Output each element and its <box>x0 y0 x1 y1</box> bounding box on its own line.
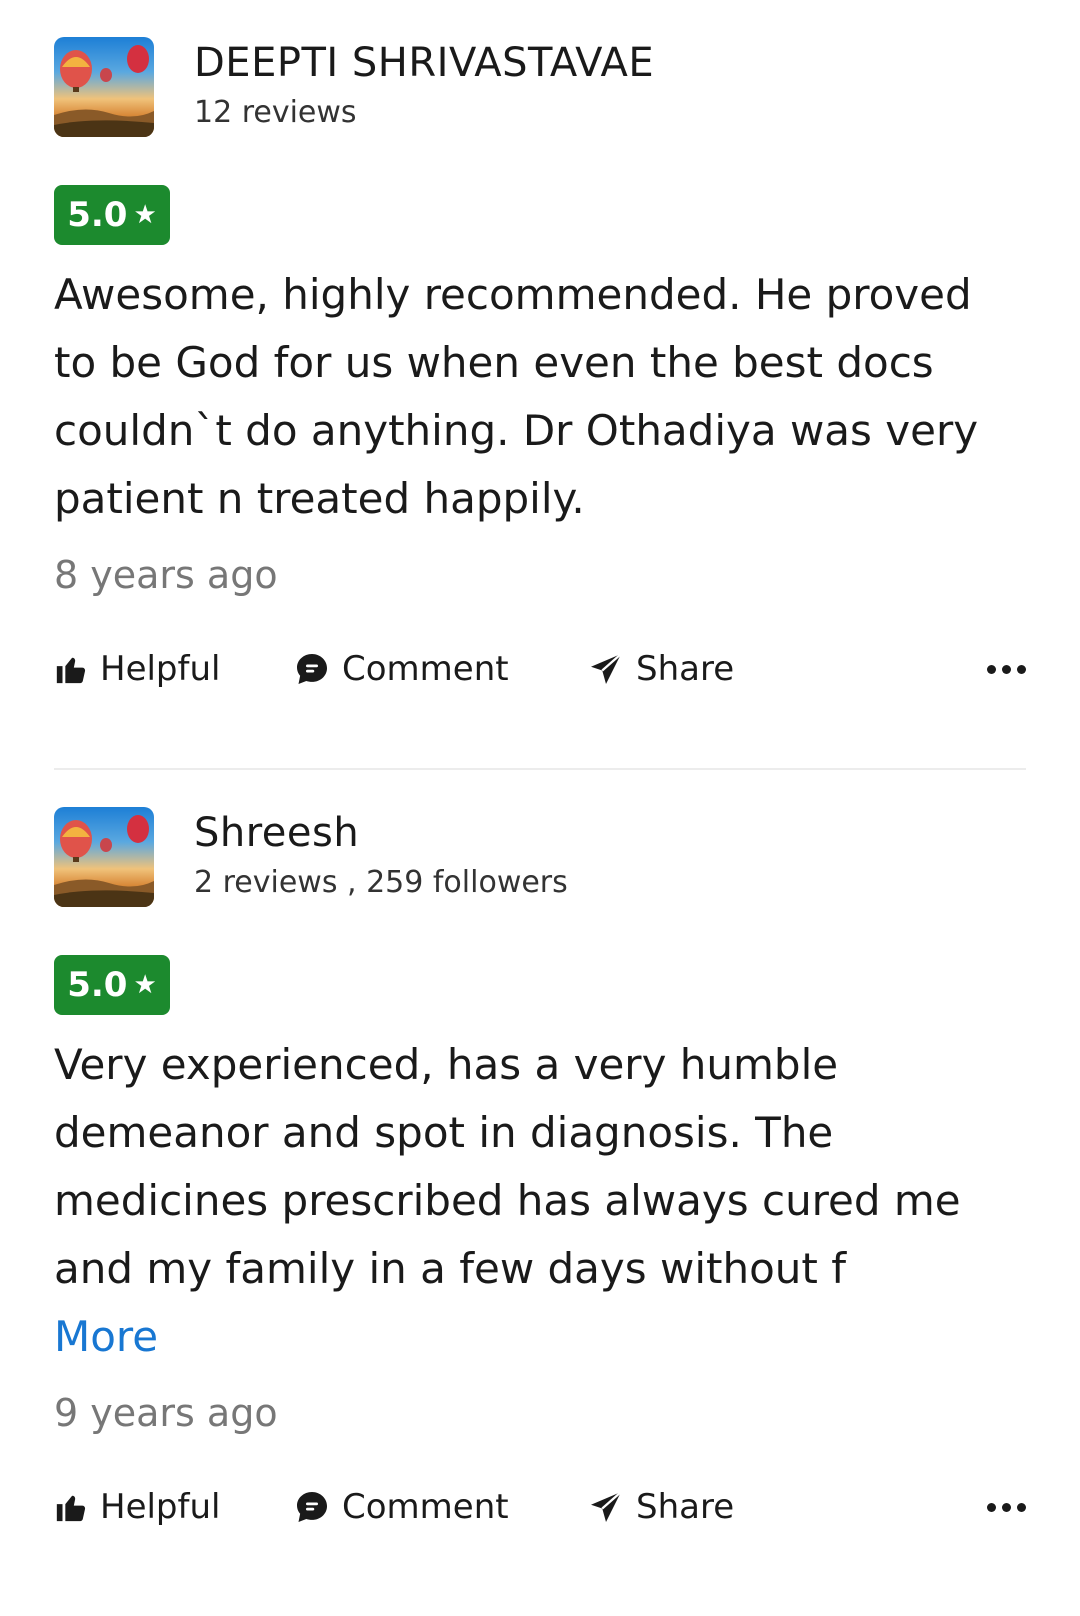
review-timestamp: 9 years ago <box>54 1391 278 1435</box>
share-button[interactable]: Share <box>588 649 788 689</box>
share-icon <box>591 1491 622 1522</box>
helpful-label: Helpful <box>100 649 221 689</box>
more-dots-icon[interactable] <box>987 645 1026 693</box>
rating-value: 5.0 <box>67 195 128 235</box>
comment-label: Comment <box>342 1487 509 1527</box>
avatar[interactable] <box>54 807 154 907</box>
comment-label: Comment <box>342 649 509 689</box>
user-review-count: 12 reviews <box>194 95 357 130</box>
hot-air-balloon-avatar-image <box>54 45 154 137</box>
rating-badge: 5.0 ★ <box>54 185 170 245</box>
share-label: Share <box>636 649 735 689</box>
review-card: DEEPTI SHRIVASTAVAE 12 reviews 5.0 ★ Awe… <box>54 0 1026 770</box>
share-button[interactable]: Share <box>588 1487 788 1527</box>
review-card: Shreesh 2 reviews , 259 followers 5.0 ★ … <box>54 770 1026 1531</box>
avatar[interactable] <box>54 37 154 137</box>
helpful-button[interactable]: Helpful <box>54 1487 294 1527</box>
comment-button[interactable]: Comment <box>294 649 588 689</box>
thumbs-up-icon <box>56 657 86 684</box>
rating-value: 5.0 <box>67 965 128 1005</box>
user-name[interactable]: DEEPTI SHRIVASTAVAE <box>194 39 654 87</box>
review-text-body: Very experienced, has a very humble deme… <box>54 1040 961 1293</box>
review-timestamp: 8 years ago <box>54 553 278 597</box>
user-review-count: 2 reviews , 259 followers <box>194 865 568 900</box>
comment-button[interactable]: Comment <box>294 1487 588 1527</box>
review-text: Very experienced, has a very humble deme… <box>54 1031 1014 1371</box>
star-icon: ★ <box>133 200 157 230</box>
helpful-button[interactable]: Helpful <box>54 649 294 689</box>
review-text: Awesome, highly recommended. He proved t… <box>54 270 979 523</box>
rating-badge: 5.0 ★ <box>54 955 170 1015</box>
share-icon <box>591 653 622 684</box>
review-actions: Helpful Comment Share <box>54 1483 1026 1531</box>
user-name[interactable]: Shreesh <box>194 809 568 857</box>
star-icon: ★ <box>133 970 157 1000</box>
review-actions: Helpful Comment Share <box>54 645 1026 693</box>
more-dots-icon[interactable] <box>987 1483 1026 1531</box>
share-label: Share <box>636 1487 735 1527</box>
comment-icon <box>297 1492 327 1522</box>
more-link[interactable]: More <box>54 1303 1014 1371</box>
review-header: DEEPTI SHRIVASTAVAE 12 reviews <box>54 37 1026 137</box>
comment-icon <box>297 654 327 684</box>
helpful-label: Helpful <box>100 1487 221 1527</box>
review-header: Shreesh 2 reviews , 259 followers <box>54 807 1026 907</box>
hot-air-balloon-avatar-image <box>54 815 154 907</box>
thumbs-up-icon <box>56 1495 86 1522</box>
